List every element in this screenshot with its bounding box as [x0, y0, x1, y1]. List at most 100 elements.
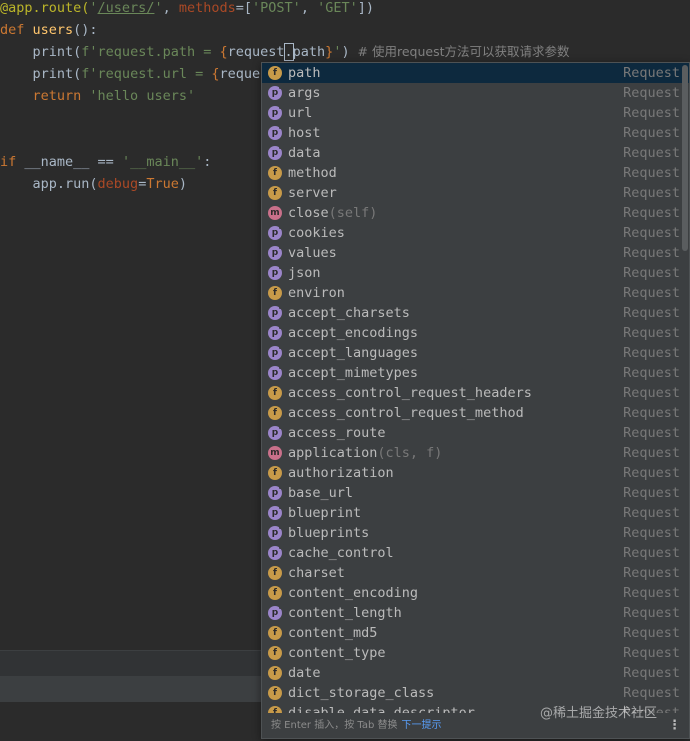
completion-item[interactable]: f content_encoding Request	[262, 583, 689, 603]
property-icon: p	[268, 304, 284, 320]
next-tip-link[interactable]: 下一提示	[401, 720, 441, 731]
completion-item-name: blueprints	[288, 525, 370, 541]
completion-item[interactable]: f charset Request	[262, 563, 689, 583]
completion-item-name: date	[288, 665, 321, 681]
completion-item[interactable]: p accept_languages Request	[262, 343, 689, 363]
completion-item[interactable]: f server Request	[262, 183, 689, 203]
completion-item-type: Request	[623, 285, 680, 301]
completion-item-type: Request	[623, 265, 680, 281]
completion-item-type: Request	[623, 385, 680, 401]
property-icon: p	[268, 144, 284, 160]
completion-item-type: Request	[623, 305, 680, 321]
property-icon: p	[268, 224, 284, 240]
completion-item-name: path	[288, 65, 321, 81]
completion-item-type: Request	[623, 205, 680, 221]
completion-item[interactable]: f date Request	[262, 663, 689, 683]
completion-item-type: Request	[623, 565, 680, 581]
completion-item[interactable]: p accept_encodings Request	[262, 323, 689, 343]
code-line-1: @app.route('/users/', methods=['POST', '…	[0, 0, 374, 16]
field-icon: f	[268, 66, 282, 80]
completion-item-type: Request	[623, 445, 680, 461]
completion-item-name: args	[288, 85, 321, 101]
property-icon: p	[268, 324, 284, 340]
completion-item[interactable]: p cache_control Request	[262, 543, 689, 563]
more-options-icon[interactable]: ⋮	[668, 714, 681, 738]
property-icon: p	[268, 104, 284, 120]
completion-item-type: Request	[623, 505, 680, 521]
completion-item-name: charset	[288, 565, 345, 581]
completion-item[interactable]: p blueprint Request	[262, 503, 689, 523]
completion-item[interactable]: p args Request	[262, 83, 689, 103]
completion-item[interactable]: f access_control_request_method Request	[262, 403, 689, 423]
completion-item[interactable]: p accept_charsets Request	[262, 303, 689, 323]
completion-item-name: content_md5	[288, 625, 378, 641]
completion-item[interactable]: f environ Request	[262, 283, 689, 303]
completion-item-type: Request	[623, 325, 680, 341]
completion-item-type: Request	[623, 405, 680, 421]
completion-item-signature: (self)	[328, 205, 378, 221]
completion-item[interactable]: p cookies Request	[262, 223, 689, 243]
completion-item[interactable]: f access_control_request_headers Request	[262, 383, 689, 403]
field-icon: f	[268, 406, 282, 420]
completion-item-name: access_control_request_method	[288, 405, 524, 421]
completion-item[interactable]: p base_url Request	[262, 483, 689, 503]
completion-item-type: Request	[623, 545, 680, 561]
completion-item-name: content_length	[288, 605, 402, 621]
completion-item[interactable]: p accept_mimetypes Request	[262, 363, 689, 383]
completion-list[interactable]: f path Request p args Request p url Request p host…	[262, 63, 689, 713]
code-line-8: if __name__ == '__main__':	[0, 154, 212, 170]
completion-item-type: Request	[623, 365, 680, 381]
completion-item[interactable]: f path Request	[262, 63, 689, 83]
property-icon: p	[268, 84, 284, 100]
completion-item-type: Request	[623, 145, 680, 161]
completion-item[interactable]: p data Request	[262, 143, 689, 163]
property-icon: p	[268, 424, 284, 440]
completion-item-name: server	[288, 185, 337, 201]
completion-item-name: close	[288, 205, 329, 221]
completion-item[interactable]: f method Request	[262, 163, 689, 183]
completion-item-name: accept_languages	[288, 345, 419, 361]
completion-item[interactable]: p blueprints Request	[262, 523, 689, 543]
watermark: @稀土掘金技术社区	[540, 706, 658, 721]
completion-item-type: Request	[623, 345, 680, 361]
completion-item-name: host	[288, 125, 321, 141]
completion-item-name: cookies	[288, 225, 345, 241]
field-icon: f	[268, 586, 282, 600]
completion-item[interactable]: m close (self) Request	[262, 203, 689, 223]
code-line-5: return 'hello users'	[32, 88, 196, 104]
completion-item-name: application	[288, 445, 378, 461]
completion-item[interactable]: f content_type Request	[262, 643, 689, 663]
completion-item-type: Request	[623, 105, 680, 121]
completion-item-type: Request	[623, 465, 680, 481]
completion-item[interactable]: p url Request	[262, 103, 689, 123]
completion-item-name: data	[288, 145, 321, 161]
completion-item-type: Request	[623, 185, 680, 201]
completion-item[interactable]: m application (cls, f) Request	[262, 443, 689, 463]
completion-item[interactable]: p content_length Request	[262, 603, 689, 623]
completion-item[interactable]: f content_md5 Request	[262, 623, 689, 643]
code-comment: # 使用request方法可以获取请求参数	[349, 44, 570, 59]
completion-item-type: Request	[623, 85, 680, 101]
completion-item-type: Request	[623, 165, 680, 181]
completion-item-name: accept_encodings	[288, 325, 419, 341]
completion-item-type: Request	[623, 485, 680, 501]
completion-item[interactable]: f dict_storage_class Request	[262, 683, 689, 703]
completion-item-name: disable_data_descriptor	[288, 705, 475, 713]
code-line-9: app.run(debug=True)	[32, 176, 187, 192]
field-icon: f	[268, 646, 282, 660]
field-icon: f	[268, 666, 282, 680]
completion-popup[interactable]: f path Request p args Request p url Request p host…	[261, 62, 690, 739]
completion-item-name: url	[288, 105, 313, 121]
completion-item-name: access_control_request_headers	[288, 385, 532, 401]
completion-item-name: blueprint	[288, 505, 362, 521]
completion-scrollbar[interactable]	[682, 65, 688, 251]
property-icon: p	[268, 364, 284, 380]
completion-item[interactable]: f authorization Request	[262, 463, 689, 483]
completion-item[interactable]: p access_route Request	[262, 423, 689, 443]
field-icon: f	[268, 626, 282, 640]
completion-item[interactable]: p json Request	[262, 263, 689, 283]
completion-item-name: environ	[288, 285, 345, 301]
completion-item[interactable]: p host Request	[262, 123, 689, 143]
completion-item[interactable]: p values Request	[262, 243, 689, 263]
completion-item-name: accept_charsets	[288, 305, 410, 321]
